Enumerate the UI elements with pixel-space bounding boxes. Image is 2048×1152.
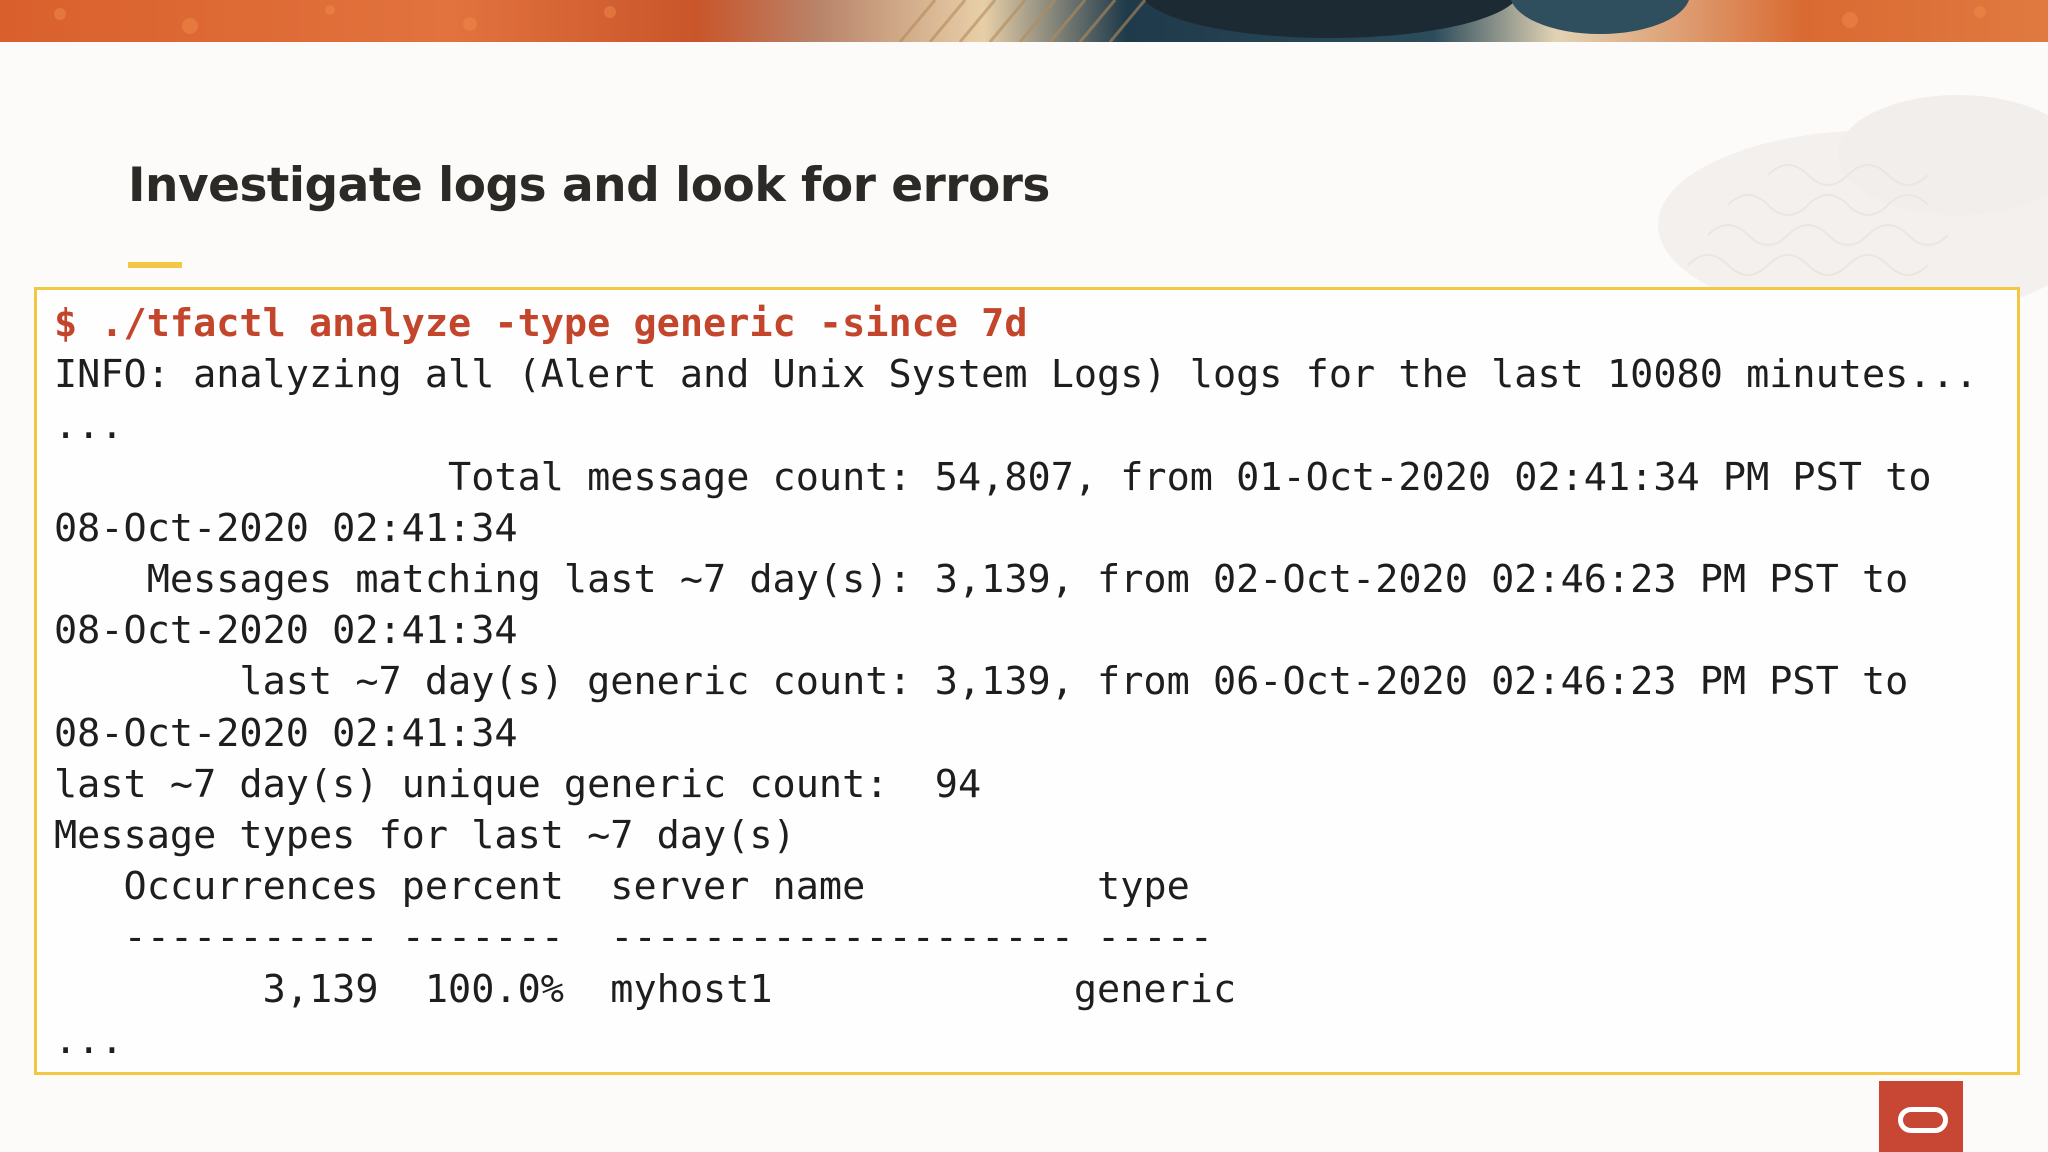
terminal-line: Messages matching last ~7 day(s): 3,139,… [54,557,1909,603]
table-row: 3,139 100.0% myhost1 generic [54,966,1237,1012]
terminal-line: ... [54,403,124,449]
top-banner-decoration [0,0,2048,42]
terminal-text: $ ./tfactl analyze -type generic -since … [54,298,1978,1066]
terminal-line: 08-Oct-2020 02:41:34 [54,710,518,756]
banner-texture [54,0,1986,42]
terminal-line: INFO: analyzing all (Alert and Unix Syst… [54,352,1978,398]
slide-title: Investigate logs and look for errors [128,158,1050,213]
title-accent-underline [128,262,182,268]
terminal-line: Total message count: 54,807, from 01-Oct… [54,454,1932,500]
terminal-command: $ ./tfactl analyze -type generic -since … [54,301,1028,346]
oracle-logo-icon [1879,1081,1963,1152]
oracle-logo-ring [1898,1107,1948,1133]
terminal-line: last ~7 day(s) unique generic count: 94 [54,761,982,807]
terminal-output-box: $ ./tfactl analyze -type generic -since … [34,287,2020,1075]
table-separator-line: ----------- ------- --------------------… [54,915,1213,961]
terminal-line: Message types for last ~7 day(s) [54,813,796,859]
terminal-line: ... [54,1017,124,1063]
terminal-line: last ~7 day(s) generic count: 3,139, fro… [54,659,1909,705]
terminal-line: 08-Oct-2020 02:41:34 [54,505,518,551]
terminal-line: 08-Oct-2020 02:41:34 [54,608,518,654]
table-header-line: Occurrences percent server name type [54,864,1190,910]
